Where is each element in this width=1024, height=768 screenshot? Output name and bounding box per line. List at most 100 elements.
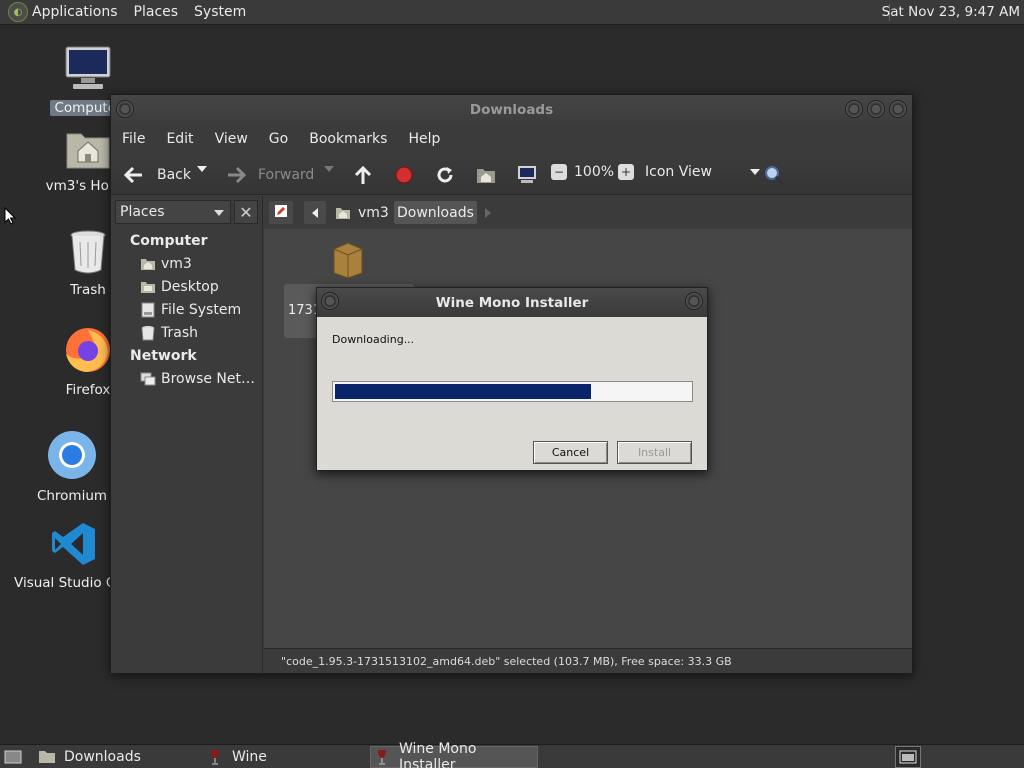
up-button[interactable] (352, 164, 374, 186)
back-arrow-icon (123, 164, 145, 186)
package-icon (333, 242, 363, 279)
chevron-left-icon (312, 207, 318, 218)
pathbar: vm3 Downloads (264, 196, 912, 229)
mouse-cursor-icon (4, 207, 16, 225)
sidebar-item-trash[interactable]: Trash (139, 324, 198, 342)
taskbar-item-wine-mono-installer[interactable]: Wine Mono Installer (370, 741, 538, 768)
chevron-down-icon (749, 169, 760, 175)
zoom-level[interactable]: 100% (574, 164, 614, 180)
edit-location-button[interactable] (269, 201, 293, 224)
maximize-button[interactable] (867, 100, 885, 118)
home-folder-icon (475, 164, 497, 186)
drive-icon (139, 301, 157, 319)
window-menu-button[interactable] (116, 100, 134, 118)
places-menu[interactable]: Places (134, 4, 179, 20)
close-button[interactable] (889, 100, 907, 118)
menu-file[interactable]: File (122, 131, 145, 147)
sidebar-section-computer: Computer (130, 233, 208, 249)
computer-icon (516, 164, 538, 186)
trash-icon (139, 324, 157, 342)
search-button[interactable] (763, 164, 785, 186)
sidebar-close-button[interactable]: ✕ (234, 200, 258, 224)
folder-icon (39, 751, 55, 763)
window-menu-button[interactable] (321, 292, 339, 310)
chevron-right-icon (485, 207, 491, 218)
back-history-dropdown[interactable] (197, 164, 207, 172)
sidebar-section-network: Network (130, 348, 197, 364)
download-progress-bar (332, 381, 693, 402)
path-crumb-downloads[interactable]: Downloads (394, 201, 477, 224)
computer-icon (65, 46, 111, 89)
menubar: File Edit View Go Bookmarks Help (111, 125, 912, 153)
progress-fill (335, 384, 591, 399)
show-desktop-button[interactable] (2, 746, 24, 768)
search-icon (763, 164, 785, 186)
forward-button[interactable]: Forward (225, 164, 314, 186)
desktop-folder-icon (139, 278, 157, 296)
computer-button[interactable] (516, 164, 538, 186)
chromium-icon (48, 431, 96, 479)
chevron-down-icon (324, 166, 334, 172)
sidebar-item-vm3[interactable]: vm3 (139, 255, 192, 273)
path-scroll-right-button[interactable] (480, 201, 496, 224)
taskbar-item-downloads[interactable]: Downloads (34, 746, 200, 768)
sidebar-type-select[interactable]: Places (115, 200, 231, 224)
stop-icon (393, 164, 415, 186)
applications-menu[interactable]: Applications (32, 4, 118, 20)
show-desktop-icon (4, 750, 22, 764)
home-folder-icon (139, 255, 157, 273)
reload-icon (434, 164, 456, 186)
system-menu[interactable]: System (194, 4, 246, 20)
path-scroll-left-button[interactable] (304, 201, 326, 224)
zoom-out-button[interactable]: − (551, 164, 567, 180)
trash-icon (70, 230, 106, 274)
taskbar: Downloads Wine Wine Mono Installer (0, 741, 1024, 768)
close-button[interactable] (685, 292, 703, 310)
menu-help[interactable]: Help (408, 131, 440, 147)
up-arrow-icon (352, 164, 374, 186)
top-panel: ◐ Applications Places System Sat Nov 23,… (0, 0, 1024, 25)
wine-glass-icon (211, 750, 219, 765)
install-button[interactable]: Install (617, 441, 692, 464)
dialog-titlebar[interactable]: Wine Mono Installer (317, 288, 707, 317)
sidebar-item-browse-network[interactable]: Browse Net… (139, 370, 255, 388)
clock[interactable]: Sat Nov 23, 9:47 AM (882, 4, 1020, 20)
workspace-icon (899, 750, 917, 764)
taskbar-item-wine[interactable]: Wine (204, 746, 364, 768)
view-mode-select[interactable]: Icon View (645, 164, 760, 180)
chevron-down-icon (214, 210, 224, 216)
minimize-button[interactable] (845, 100, 863, 118)
back-button[interactable]: Back (123, 164, 191, 186)
zoom-in-button[interactable]: + (618, 164, 634, 180)
wine-mono-installer-dialog: Wine Mono Installer Downloading... Cance… (316, 287, 708, 471)
status-text: "code_1.95.3-1731513102_amd64.deb" selec… (281, 654, 732, 668)
menu-go[interactable]: Go (269, 131, 288, 147)
stop-button[interactable] (393, 164, 415, 186)
close-icon: ✕ (239, 202, 253, 222)
reload-button[interactable] (434, 164, 456, 186)
sidebar-item-file-system[interactable]: File System (139, 301, 241, 319)
download-status-text: Downloading... (332, 333, 415, 346)
chevron-down-icon (197, 166, 207, 172)
pencil-icon (274, 204, 288, 222)
statusbar: "code_1.95.3-1731513102_amd64.deb" selec… (264, 648, 912, 673)
window-title: Downloads (469, 102, 554, 118)
zoom-in-icon: + (618, 164, 634, 180)
home-button[interactable] (475, 164, 497, 186)
sidebar: Places ✕ Computer vm3 Desktop File Syste… (111, 196, 263, 673)
distro-logo-icon[interactable]: ◐ (8, 2, 28, 22)
menu-bookmarks[interactable]: Bookmarks (309, 131, 387, 147)
firefox-icon (66, 328, 110, 372)
path-crumb-vm3[interactable]: vm3 (332, 201, 395, 224)
sidebar-item-desktop[interactable]: Desktop (139, 278, 219, 296)
forward-arrow-icon (225, 164, 247, 186)
toolbar: Back Forward − 100% + Icon View (111, 153, 912, 195)
dialog-title: Wine Mono Installer (435, 294, 589, 311)
cancel-button[interactable]: Cancel (533, 441, 608, 464)
menu-edit[interactable]: Edit (166, 131, 193, 147)
window-titlebar[interactable]: Downloads (111, 95, 912, 125)
network-icon (139, 370, 157, 388)
menu-view[interactable]: View (215, 131, 248, 147)
workspace-switcher[interactable] (895, 746, 921, 768)
forward-history-dropdown[interactable] (324, 164, 334, 172)
